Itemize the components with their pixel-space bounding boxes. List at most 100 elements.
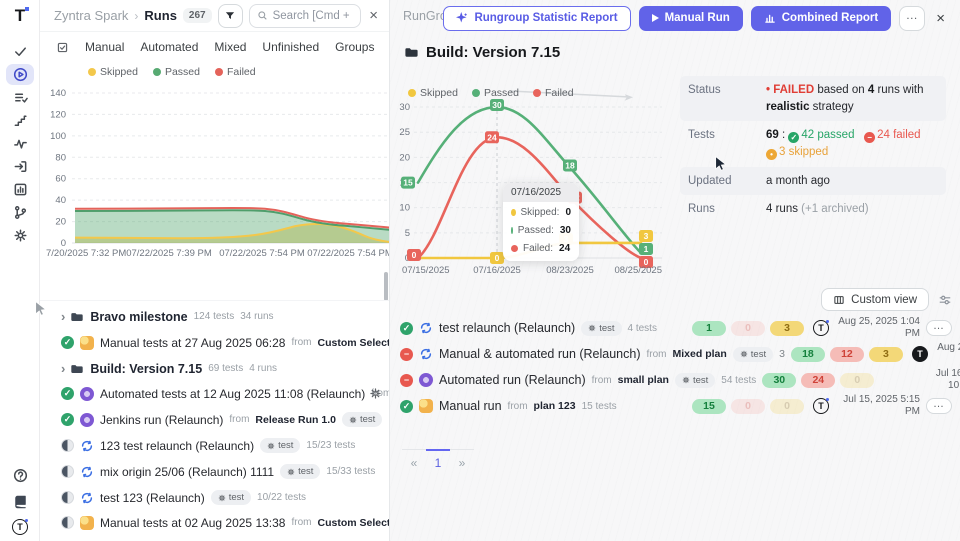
failed-badge: 0 (731, 399, 765, 414)
run-title: Manual run (439, 399, 502, 413)
assignee-avatar[interactable]: T (909, 346, 931, 362)
tag-pill[interactable]: test (342, 412, 382, 427)
sidebar-item-branches[interactable] (0, 201, 40, 224)
passed-dot-icon (511, 227, 513, 234)
search-box[interactable] (249, 4, 362, 28)
plan-link[interactable]: Mixed plan (673, 348, 727, 360)
tab-mixed[interactable]: Mixed (214, 40, 246, 54)
list-item-run[interactable]: ✓ Automated tests at 12 Aug 2025 11:08 (… (40, 381, 390, 406)
plan-link[interactable]: Custom Selection (317, 517, 390, 529)
tab-groups[interactable]: Groups (335, 40, 374, 54)
legend-passed[interactable]: Passed (472, 87, 519, 99)
sidebar-item-analytics[interactable] (0, 178, 40, 201)
y-axis-ticks: 140 120 100 80 60 40 20 0 (50, 88, 66, 249)
runs-panel-header: Zyntra Spark › Runs 267 × (40, 0, 390, 32)
plan-link[interactable]: Custom Selection (317, 337, 390, 349)
run-date: Aug 23, 2025 5:57 PM (937, 342, 960, 367)
list-item-group[interactable]: › Build: Version 7.15 69 tests 4 runs (40, 356, 390, 381)
assignee-avatar[interactable]: T (810, 398, 832, 414)
list-item-group[interactable]: › Bravo milestone 124 tests 34 runs (40, 304, 390, 329)
failed-badge: 0 (731, 321, 765, 336)
sidebar-item-steps[interactable] (0, 109, 40, 132)
rungroup-run-row[interactable]: ✓ Manual run from plan 123 15 tests 15 0… (400, 394, 952, 418)
rungroup-run-row[interactable]: − Automated run (Relaunch) from small pl… (400, 368, 952, 392)
left-panel-scrollbar[interactable] (384, 272, 388, 301)
row-more-button[interactable]: … (926, 398, 952, 414)
runs-history-area-chart[interactable]: 140 120 100 80 60 40 20 0 7/20/2025 7:32… (40, 82, 390, 260)
more-actions-button[interactable]: … (899, 6, 925, 31)
sidebar-item-results[interactable] (0, 40, 40, 63)
tests-count: 15/33 tests (326, 466, 375, 477)
assignee-avatar[interactable]: T (810, 320, 832, 336)
list-item-run[interactable]: ✓ Jenkins run (Relaunch) from Release Ru… (40, 407, 390, 432)
list-item-run[interactable]: 123 test relaunch (Relaunch) test 15/23 … (40, 433, 390, 458)
legend-failed[interactable]: Failed (215, 66, 256, 78)
list-item-run[interactable]: mix origin 25/06 (Relaunch) 1111 test 15… (40, 459, 390, 484)
tooltip-failed: Failed:24 (503, 238, 579, 261)
user-avatar-button[interactable]: T (0, 517, 40, 537)
pulse-icon (13, 136, 28, 151)
pagination-page-1[interactable]: 1 (426, 449, 450, 473)
combined-report-button[interactable]: Combined Report (751, 6, 891, 31)
rungroup-actions: Rungroup Statistic Report Manual Run Com… (443, 5, 948, 31)
run-date: Jul 15, 2025 5:15 PM (838, 394, 920, 419)
run-title: Manual tests at 02 Aug 2025 13:38 (100, 516, 285, 530)
view-settings-button[interactable] (938, 293, 952, 307)
legend-skipped[interactable]: Skipped (88, 66, 138, 78)
tag-pill[interactable]: test (211, 490, 251, 505)
folder-icon (70, 310, 84, 324)
sidebar-item-import[interactable] (0, 155, 40, 178)
rungroup-run-row[interactable]: − Manual & automated run (Relaunch) from… (400, 342, 952, 366)
runs-count-badge: 267 (183, 8, 212, 23)
tab-manual[interactable]: Manual (85, 40, 124, 54)
tab-automated[interactable]: Automated (140, 40, 198, 54)
custom-view-button[interactable]: Custom view (821, 288, 929, 311)
sidebar-item-plans[interactable] (0, 86, 40, 109)
legend-failed[interactable]: Failed (533, 87, 574, 99)
rungroup-statistic-report-button[interactable]: Rungroup Statistic Report (443, 6, 630, 31)
pagination-next[interactable]: » (450, 450, 474, 474)
tag-pill[interactable]: test (260, 438, 300, 453)
manual-run-button[interactable]: Manual Run (639, 6, 743, 31)
detail-close-button[interactable]: × (933, 10, 948, 27)
sidebar-item-activity[interactable] (0, 132, 40, 155)
legend-skipped[interactable]: Skipped (408, 87, 458, 99)
rungroup-summary-table: Status • FAILED based on 4 runs with rea… (680, 76, 946, 224)
docs-button[interactable] (0, 491, 40, 511)
filter-button[interactable] (218, 4, 243, 28)
row-more-button[interactable]: … (926, 320, 952, 336)
list-item-run[interactable]: test 123 (Relaunch) test 10/22 tests (40, 485, 390, 510)
list-item-run[interactable]: Manual tests at 02 Aug 2025 13:38 from C… (40, 510, 390, 535)
breadcrumb-project[interactable]: Zyntra Spark (54, 8, 128, 23)
list-item-run-partial[interactable] (40, 535, 390, 541)
tag-pill[interactable]: test (675, 373, 715, 388)
legend-passed[interactable]: Passed (153, 66, 200, 78)
row-settings-gear-icon[interactable] (369, 387, 382, 400)
manual-run-icon (419, 399, 433, 413)
plan-link[interactable]: Release Run 1.0 (255, 414, 336, 426)
x-axis-labels: 7/20/2025 7:32 PM 07/22/2025 7:39 PM 07/… (46, 248, 390, 259)
app-logo[interactable]: T (0, 6, 40, 26)
chevron-right-icon[interactable]: › (61, 309, 65, 324)
runs-filter-tabs: Manual Automated Mixed Unfinished Groups… (40, 32, 390, 62)
gear-icon (682, 376, 690, 384)
list-item-run[interactable]: ✓ Manual tests at 27 Aug 2025 06:28 from… (40, 330, 390, 355)
help-button[interactable] (0, 465, 40, 485)
panel-close-button[interactable]: × (367, 7, 380, 24)
plan-link[interactable]: small plan (618, 374, 669, 386)
tab-unfinished[interactable]: Unfinished (262, 40, 319, 54)
plan-link[interactable]: plan 123 (534, 400, 576, 412)
pagination-prev[interactable]: « (402, 450, 426, 474)
tag-pill[interactable]: test (280, 464, 320, 479)
select-runs-button[interactable] (56, 41, 69, 54)
relaunch-icon (419, 321, 433, 335)
run-title: Manual & automated run (Relaunch) (439, 347, 641, 361)
tag-pill[interactable]: test (581, 321, 621, 336)
rungroup-run-row[interactable]: ✓ test relaunch (Relaunch) test 4 tests … (400, 316, 952, 340)
search-input[interactable] (273, 10, 354, 22)
sidebar-item-runs[interactable] (0, 63, 40, 86)
chevron-right-icon[interactable]: › (61, 361, 65, 376)
sidebar-item-settings[interactable] (0, 224, 40, 247)
skipped-dot-icon (511, 209, 516, 216)
tag-pill[interactable]: test (733, 347, 773, 362)
